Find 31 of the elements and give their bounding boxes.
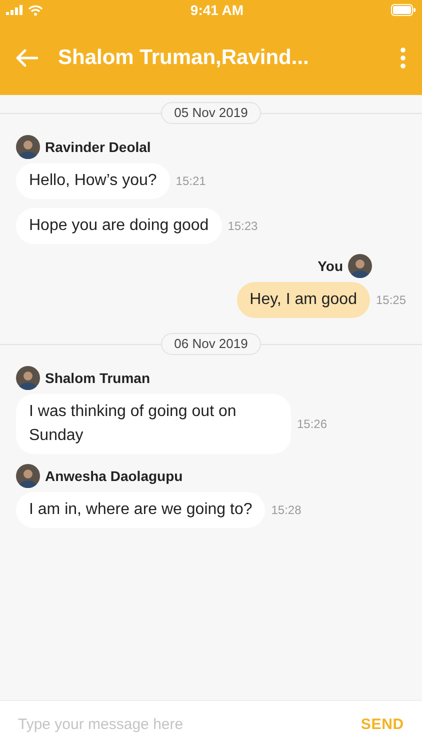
date-label: 06 Nov 2019 [161, 333, 261, 355]
chat-title: Shalom Truman,Ravind... [58, 44, 310, 71]
message-bubble: Hello, How’s you? [16, 163, 170, 199]
message-bubble: Hey, I am good [236, 282, 370, 318]
battery-icon [390, 4, 416, 16]
sender-name: Ravinder Deolal [45, 138, 151, 156]
sender-name: Anwesha Daolagupu [45, 466, 183, 486]
signal-icon [6, 5, 24, 15]
message-bubble: I was thinking of going out on Sunday [16, 394, 291, 454]
message-input[interactable]: Type your message here [0, 701, 351, 750]
message-bubble: I am in, where are we going to? [16, 492, 266, 528]
avatar [16, 464, 40, 488]
date-label: 05 Nov 2019 [161, 102, 261, 124]
avatar [348, 254, 372, 278]
sender-name: You [318, 256, 343, 276]
message-time: 15:23 [228, 218, 258, 235]
sender-name: Shalom Truman [45, 368, 150, 388]
message-time: 15:26 [297, 416, 328, 433]
message-time: 15:25 [376, 292, 406, 309]
message-time: 15:21 [176, 173, 206, 190]
message-bubble: Hope you are doing good [16, 208, 222, 244]
back-button[interactable] [14, 46, 40, 68]
wifi-icon [28, 4, 43, 16]
send-button[interactable]: SEND [350, 701, 422, 750]
clock-time: 9:41 AM [190, 0, 244, 20]
avatar [16, 366, 40, 390]
more-icon [400, 46, 406, 68]
message-time: 15:28 [271, 502, 302, 519]
avatar [16, 135, 40, 159]
more-button[interactable] [398, 44, 408, 70]
back-arrow-icon [16, 48, 38, 66]
